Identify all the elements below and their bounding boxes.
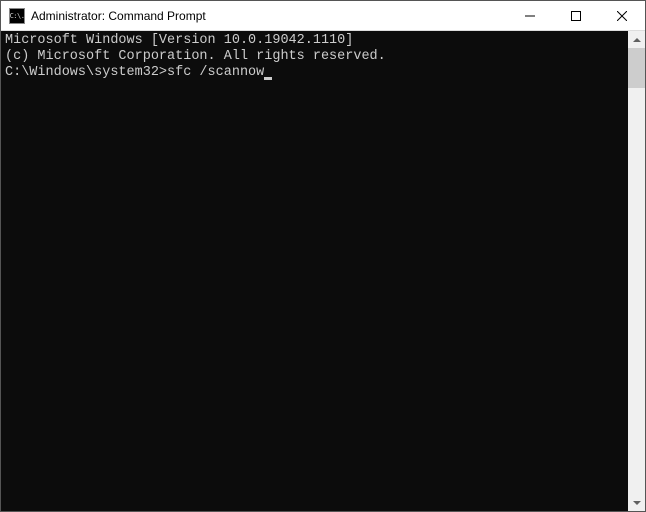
scrollbar-track[interactable] — [628, 48, 645, 494]
maximize-button[interactable] — [553, 1, 599, 30]
window-title: Administrator: Command Prompt — [31, 9, 507, 23]
prompt: C:\Windows\system32> — [5, 65, 167, 80]
scrollbar-thumb[interactable] — [628, 48, 645, 88]
titlebar[interactable]: C:\. Administrator: Command Prompt — [1, 1, 645, 31]
command-prompt-window: C:\. Administrator: Command Prompt Micro… — [0, 0, 646, 512]
scroll-down-button[interactable] — [628, 494, 645, 511]
terminal[interactable]: Microsoft Windows [Version 10.0.19042.11… — [1, 31, 628, 511]
output-line: (c) Microsoft Corporation. All rights re… — [5, 49, 624, 65]
command-input[interactable]: sfc /scannow — [167, 65, 264, 80]
vertical-scrollbar[interactable] — [628, 31, 645, 511]
output-line: Microsoft Windows [Version 10.0.19042.11… — [5, 33, 624, 49]
scroll-up-button[interactable] — [628, 31, 645, 48]
minimize-button[interactable] — [507, 1, 553, 30]
terminal-area: Microsoft Windows [Version 10.0.19042.11… — [1, 31, 645, 511]
cursor — [264, 77, 272, 80]
close-button[interactable] — [599, 1, 645, 30]
cmd-icon: C:\. — [9, 8, 25, 24]
window-controls — [507, 1, 645, 30]
